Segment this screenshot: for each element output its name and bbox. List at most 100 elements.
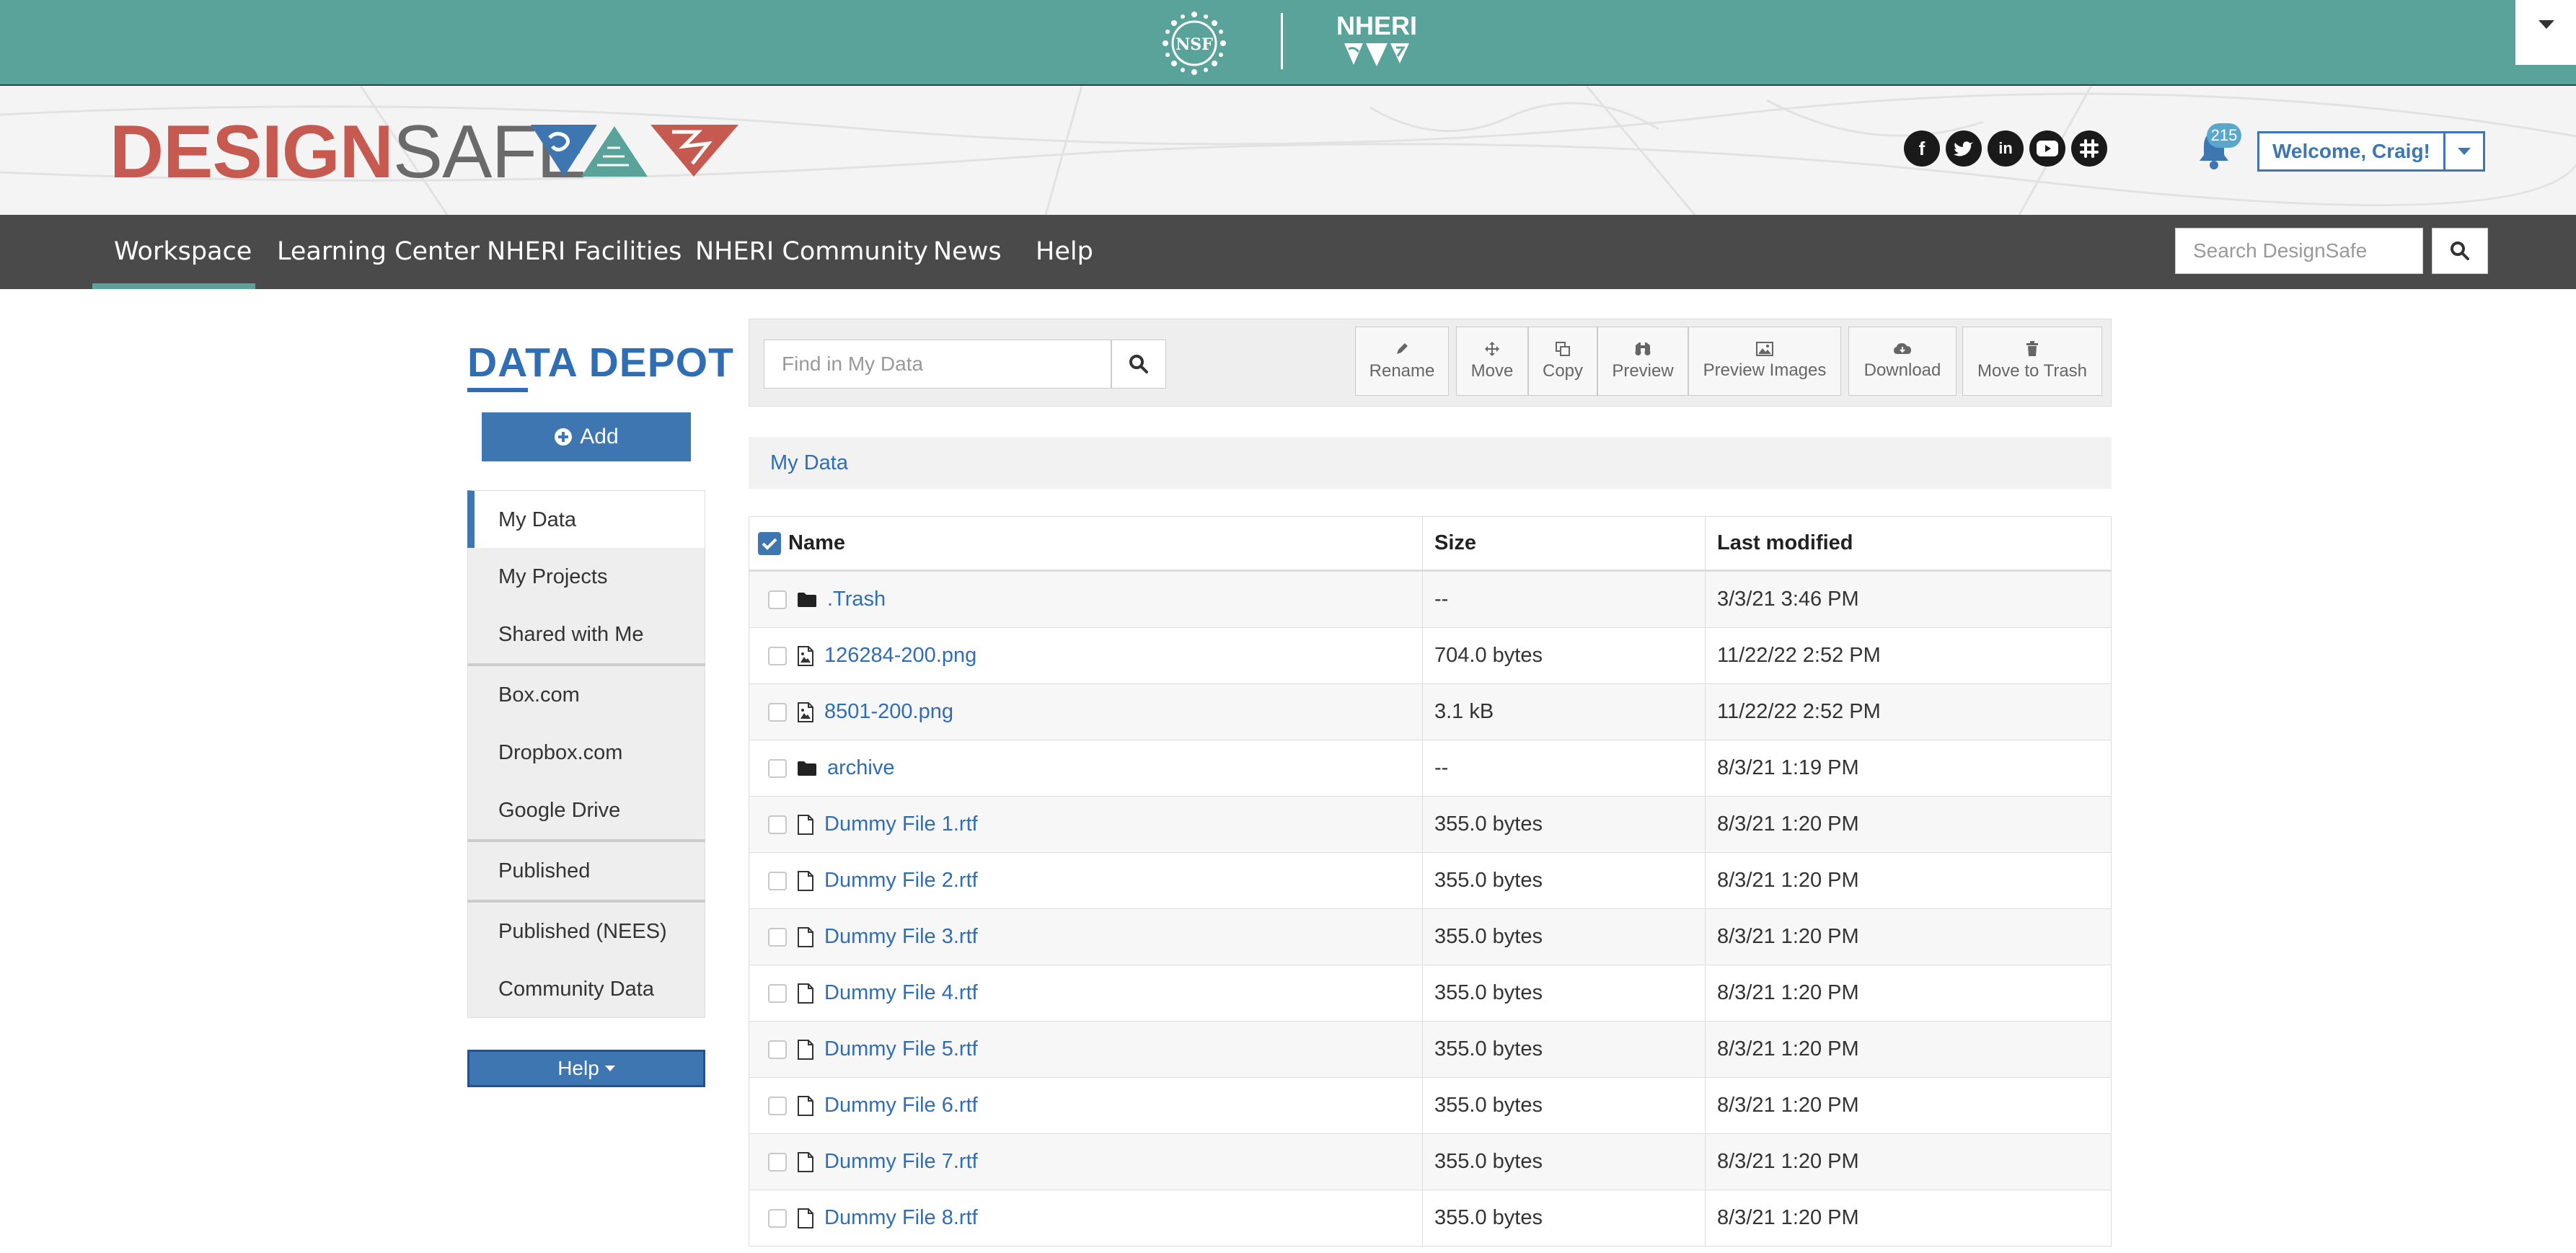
- user-menu[interactable]: Welcome, Craig!: [2257, 131, 2485, 172]
- file-link[interactable]: 126284-200.png: [824, 628, 976, 683]
- notification-count-badge: 215: [2207, 123, 2241, 148]
- rename-button[interactable]: Rename: [1355, 327, 1449, 396]
- sidebar-item-dropbox[interactable]: Dropbox.com: [467, 724, 705, 782]
- file-link[interactable]: 8501-200.png: [824, 684, 953, 740]
- binoculars-icon: [1635, 342, 1651, 355]
- row-modified-cell: 3/3/21 3:46 PM: [1717, 588, 1859, 611]
- file-link[interactable]: Dummy File 2.rtf: [824, 853, 978, 908]
- row-checkbox[interactable]: [768, 702, 787, 722]
- sidebar-item-community-data[interactable]: Community Data: [467, 960, 705, 1018]
- slack-icon[interactable]: [2071, 130, 2107, 167]
- table-row[interactable]: Dummy File 5.rtf 355.0 bytes 8/3/21 1:20 P…: [749, 1022, 2111, 1078]
- find-in-data-input[interactable]: [764, 340, 1111, 389]
- row-checkbox[interactable]: [768, 983, 787, 1003]
- designsafe-logo-mark[interactable]: [528, 122, 741, 180]
- table-row[interactable]: archive -- 8/3/21 1:19 PM: [749, 740, 2111, 797]
- top-dropdown-button[interactable]: [2515, 0, 2576, 65]
- help-dropdown-button[interactable]: Help: [467, 1050, 705, 1087]
- name-column-header[interactable]: Name: [749, 517, 1423, 570]
- row-modified-cell: 8/3/21 1:20 PM: [1717, 813, 1859, 836]
- sidebar-item-my-data[interactable]: My Data: [467, 490, 705, 548]
- file-link[interactable]: Dummy File 1.rtf: [824, 797, 978, 852]
- file-link[interactable]: .Trash: [827, 572, 886, 627]
- row-modified-cell: 8/3/21 1:20 PM: [1717, 1150, 1859, 1173]
- nav-nheri-facilities[interactable]: NHERI Facilities: [487, 215, 682, 289]
- sidebar-item-published-nees[interactable]: Published (NEES): [467, 903, 705, 960]
- file-icon: [798, 870, 813, 891]
- row-name-cell: Dummy File 4.rtf: [749, 965, 1423, 1021]
- row-checkbox[interactable]: [768, 871, 787, 890]
- row-checkbox[interactable]: [768, 1040, 787, 1059]
- file-link[interactable]: Dummy File 4.rtf: [824, 965, 978, 1021]
- table-row[interactable]: Dummy File 2.rtf 355.0 bytes 8/3/21 1:20 P…: [749, 853, 2111, 909]
- table-row[interactable]: .Trash -- 3/3/21 3:46 PM: [749, 572, 2111, 628]
- nav-help[interactable]: Help: [1036, 215, 1093, 289]
- nav-learning-center[interactable]: Learning Center: [277, 215, 480, 289]
- site-search-button[interactable]: [2432, 228, 2488, 274]
- page-title: DATA DEPOT: [467, 340, 734, 386]
- table-row[interactable]: Dummy File 6.rtf 355.0 bytes 8/3/21 1:20 P…: [749, 1078, 2111, 1134]
- row-checkbox[interactable]: [768, 1208, 787, 1228]
- user-menu-toggle[interactable]: [2445, 133, 2483, 169]
- modified-column-header[interactable]: Last modified: [1706, 517, 2111, 570]
- row-checkbox[interactable]: [768, 758, 787, 778]
- find-button[interactable]: [1111, 340, 1166, 389]
- row-checkbox[interactable]: [768, 1152, 787, 1172]
- row-name-cell: 126284-200.png: [749, 628, 1423, 683]
- sidebar-item-box[interactable]: Box.com: [467, 666, 705, 724]
- table-row[interactable]: Dummy File 1.rtf 355.0 bytes 8/3/21 1:20 P…: [749, 797, 2111, 853]
- site-header: DESIGNSAFE f in 215 Welcome, Craig!: [0, 86, 2576, 215]
- welcome-button[interactable]: Welcome, Craig!: [2259, 133, 2445, 169]
- table-row[interactable]: Dummy File 3.rtf 355.0 bytes 8/3/21 1:20 P…: [749, 909, 2111, 965]
- nav-nheri-community[interactable]: NHERI Community: [695, 215, 928, 289]
- image-file-icon: [798, 645, 813, 666]
- move-button[interactable]: Move: [1456, 327, 1528, 396]
- nheri-logo[interactable]: NHERI: [1334, 9, 1419, 74]
- twitter-icon[interactable]: [1946, 130, 1982, 167]
- add-button[interactable]: Add: [482, 412, 691, 461]
- select-all-checkbox[interactable]: [758, 531, 781, 555]
- preview-button[interactable]: Preview: [1597, 327, 1688, 396]
- row-modified-cell: 11/22/22 2:52 PM: [1717, 700, 1881, 723]
- rename-label: Rename: [1369, 361, 1435, 381]
- file-link[interactable]: Dummy File 7.rtf: [824, 1134, 978, 1190]
- size-column-header[interactable]: Size: [1423, 517, 1706, 570]
- nsf-logo[interactable]: NSF: [1161, 10, 1227, 76]
- download-button[interactable]: Download: [1848, 327, 1957, 396]
- table-row[interactable]: Dummy File 8.rtf 355.0 bytes 8/3/21 1:20 P…: [749, 1190, 2111, 1247]
- site-search-input[interactable]: [2175, 228, 2423, 274]
- sidebar-item-published[interactable]: Published: [467, 842, 705, 900]
- youtube-icon[interactable]: [2029, 130, 2065, 167]
- sidebar-item-my-projects[interactable]: My Projects: [467, 548, 705, 606]
- move-to-trash-button[interactable]: Move to Trash: [1962, 327, 2102, 396]
- row-checkbox[interactable]: [768, 646, 787, 665]
- row-name-cell: archive: [749, 740, 1423, 796]
- copy-button[interactable]: Copy: [1528, 327, 1597, 396]
- row-checkbox[interactable]: [768, 590, 787, 609]
- designsafe-logo[interactable]: DESIGNSAFE: [110, 115, 586, 190]
- file-link[interactable]: Dummy File 6.rtf: [824, 1078, 978, 1133]
- table-row[interactable]: Dummy File 7.rtf 355.0 bytes 8/3/21 1:20 P…: [749, 1134, 2111, 1190]
- check-icon: [762, 538, 777, 550]
- table-row[interactable]: 8501-200.png 3.1 kB 11/22/22 2:52 PM: [749, 684, 2111, 740]
- sidebar-item-google-drive[interactable]: Google Drive: [467, 782, 705, 839]
- row-checkbox[interactable]: [768, 1096, 787, 1115]
- nav-news[interactable]: News: [933, 215, 1002, 289]
- table-row[interactable]: 126284-200.png 704.0 bytes 11/22/22 2:52 P…: [749, 628, 2111, 684]
- file-link[interactable]: Dummy File 5.rtf: [824, 1022, 978, 1077]
- sidebar-item-shared-with-me[interactable]: Shared with Me: [467, 606, 705, 663]
- search-icon: [1129, 355, 1148, 373]
- file-link[interactable]: archive: [827, 740, 895, 796]
- breadcrumb-my-data[interactable]: My Data: [770, 437, 848, 489]
- file-link[interactable]: Dummy File 3.rtf: [824, 909, 978, 965]
- row-checkbox[interactable]: [768, 927, 787, 947]
- row-modified-cell: 8/3/21 1:20 PM: [1717, 869, 1859, 892]
- linkedin-icon[interactable]: in: [1988, 130, 2024, 167]
- table-row[interactable]: Dummy File 4.rtf 355.0 bytes 8/3/21 1:20 P…: [749, 965, 2111, 1022]
- file-link[interactable]: Dummy File 8.rtf: [824, 1190, 978, 1246]
- row-checkbox[interactable]: [768, 815, 787, 834]
- nav-workspace[interactable]: Workspace: [114, 215, 252, 289]
- nav-active-indicator: [92, 283, 255, 289]
- facebook-icon[interactable]: f: [1904, 130, 1940, 167]
- preview-images-button[interactable]: Preview Images: [1688, 327, 1841, 396]
